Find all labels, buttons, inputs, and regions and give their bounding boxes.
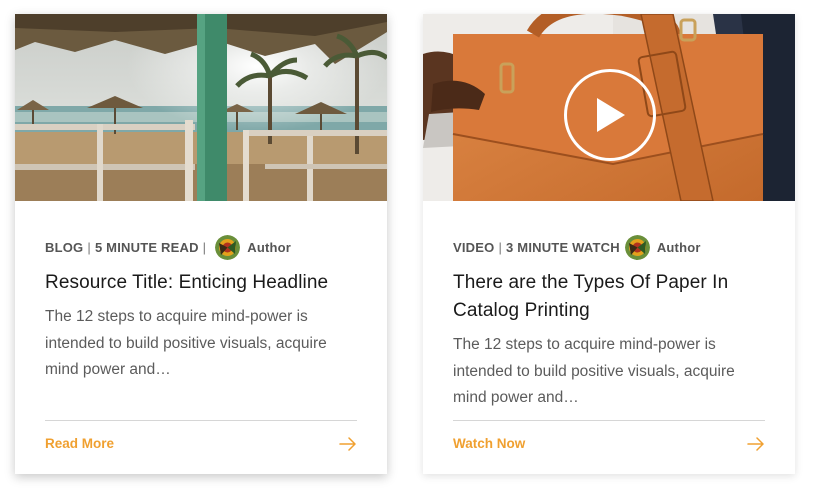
card-footer: Watch Now — [453, 420, 765, 451]
read-more-link[interactable]: Read More — [45, 436, 114, 451]
content-type-label: VIDEO — [453, 239, 495, 255]
meta-separator: | — [87, 239, 91, 255]
duration-label: 5 MINUTE READ — [94, 239, 199, 255]
resource-card-video[interactable]: VIDEO | 3 MINUTE WATCH Author There are … — [423, 14, 795, 474]
arrow-right-icon[interactable] — [747, 436, 765, 451]
resource-card-blog[interactable]: BLOG | 5 MINUTE READ | Author Resource T… — [15, 14, 387, 474]
card-meta: BLOG | 5 MINUTE READ | Author — [45, 234, 357, 260]
watch-now-link[interactable]: Watch Now — [453, 436, 525, 451]
arrow-right-icon[interactable] — [339, 436, 357, 451]
card-image[interactable] — [423, 14, 795, 201]
card-excerpt: The 12 steps to acquire mind-power is in… — [453, 336, 735, 406]
card-image[interactable] — [15, 14, 387, 201]
card-title[interactable]: There are the Types Of Paper In Catalog … — [453, 269, 765, 325]
duration-label: 3 MINUTE WATCH — [506, 239, 620, 255]
card-footer: Read More — [45, 420, 357, 451]
play-button[interactable] — [564, 69, 656, 161]
meta-separator: | — [498, 239, 503, 255]
card-meta: VIDEO | 3 MINUTE WATCH Author — [453, 234, 765, 260]
meta-separator: | — [202, 239, 207, 255]
card-excerpt: The 12 steps to acquire mind-power is in… — [45, 308, 327, 378]
avatar — [215, 234, 241, 260]
card-title[interactable]: Resource Title: Enticing Headline — [45, 269, 357, 297]
avatar — [624, 234, 650, 260]
play-icon — [597, 98, 625, 132]
beach-photo — [15, 14, 387, 201]
author-name[interactable]: Author — [657, 240, 701, 255]
content-type-label: BLOG — [45, 239, 84, 255]
author-name[interactable]: Author — [247, 240, 291, 255]
